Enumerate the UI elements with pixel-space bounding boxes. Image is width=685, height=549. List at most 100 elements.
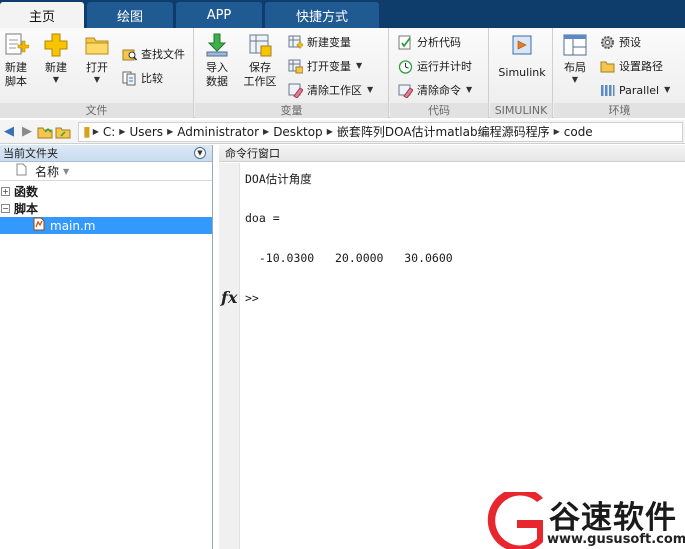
run-and-time-label: 运行并计时 [417, 60, 472, 73]
new-variable-icon [288, 35, 304, 50]
run-and-time-icon [398, 59, 413, 74]
save-workspace-label: 保存 工作区 [243, 61, 277, 88]
save-workspace-button[interactable]: 保存 工作区 [241, 32, 279, 89]
breadcrumb-separator: ▶ [263, 127, 270, 136]
code-group: 分析代码 运行并计时 清除命令 ▼ 代码 [390, 28, 489, 118]
set-path-button[interactable]: 设置路径 [600, 57, 663, 75]
analyze-code-button[interactable]: 分析代码 [398, 33, 461, 51]
current-folder-panel: 当前文件夹 ▼ 名称 ▼ + 函数 − 脚本 main.m [0, 145, 213, 549]
command-prompt[interactable]: >> [245, 291, 259, 305]
find-files-icon [122, 47, 138, 62]
open-button[interactable]: 打开 ▼ [83, 32, 111, 85]
save-workspace-icon [247, 32, 273, 58]
new-button[interactable]: 新建 ▼ [42, 32, 70, 85]
address-bar: ◀ ▶ ▮ ▶ C: ▶ Users ▶ Administrator ▶ Des… [0, 120, 685, 144]
parallel-icon [600, 83, 615, 98]
new-label: 新建 [45, 61, 67, 74]
parallel-button[interactable]: Parallel ▼ [600, 81, 670, 99]
chevron-down-icon: ▼ [52, 75, 60, 84]
breadcrumb-item[interactable]: Users [129, 125, 163, 139]
analyze-code-icon [398, 35, 413, 50]
new-variable-label: 新建变量 [307, 36, 351, 49]
file-group-label: 文件 [0, 103, 193, 118]
breadcrumb-item[interactable]: Desktop [273, 125, 323, 139]
clear-commands-button[interactable]: 清除命令 ▼ [398, 81, 472, 99]
import-data-button[interactable]: 导入 数据 [202, 32, 232, 89]
environment-group-label: 环境 [554, 103, 685, 118]
m-file-icon [33, 217, 46, 234]
simulink-icon [509, 32, 535, 58]
name-column-label: 名称 [35, 164, 60, 179]
function-browser-icon[interactable]: fx [221, 288, 237, 307]
back-arrow-icon[interactable]: ◀ [0, 123, 18, 141]
brand-logo-icon [487, 492, 543, 549]
compare-button[interactable]: 比较 [122, 69, 163, 87]
new-variable-button[interactable]: 新建变量 [288, 33, 351, 51]
new-script-icon [3, 32, 30, 58]
collapse-icon[interactable]: − [1, 204, 10, 213]
breadcrumb: ▮ ▶ C: ▶ Users ▶ Administrator ▶ Desktop… [78, 121, 683, 142]
layout-icon [562, 32, 588, 58]
chevron-down-icon: ▼ [466, 85, 473, 94]
new-script-label: 新建 脚本 [5, 61, 27, 88]
breadcrumb-separator: ▶ [553, 127, 560, 136]
chevron-down-icon: ▼ [664, 85, 671, 94]
parallel-label: Parallel [619, 83, 660, 97]
tree-item-functions[interactable]: + 函数 [0, 183, 212, 200]
analyze-code-label: 分析代码 [417, 36, 461, 49]
expand-icon[interactable]: + [1, 187, 10, 196]
clear-commands-label: 清除命令 [417, 84, 461, 97]
tree-item-label: 脚本 [14, 202, 39, 216]
open-folder-icon [84, 32, 110, 58]
new-script-button[interactable]: 新建 脚本 [2, 32, 30, 89]
up-folder-icon[interactable] [36, 123, 54, 141]
name-column-header[interactable]: 名称 ▼ [0, 162, 212, 181]
watermark: 谷速软件 www.gususoft.com [487, 492, 685, 549]
breadcrumb-item[interactable]: Administrator [177, 125, 259, 139]
find-files-button[interactable]: 查找文件 [122, 45, 185, 63]
tab-home[interactable]: 主页 [0, 2, 84, 28]
preferences-button[interactable]: 预设 [600, 33, 641, 51]
tab-plots[interactable]: 绘图 [87, 2, 173, 28]
ribbon: 新建 脚本 新建 ▼ 打开 ▼ 查找文件 比较 文件 导入 数据 保存 工作区 … [0, 28, 685, 118]
clear-workspace-icon [288, 83, 304, 99]
set-path-folder-icon [600, 59, 615, 74]
layout-button[interactable]: 布局 ▼ [560, 32, 590, 85]
breadcrumb-item[interactable]: C: [103, 125, 115, 139]
chevron-down-icon: ▼ [93, 75, 101, 84]
simulink-group-label: SIMULINK [490, 103, 552, 118]
panel-menu-icon[interactable]: ▼ [194, 147, 206, 159]
command-window-title: 命令行窗口 [219, 145, 685, 162]
forward-arrow-icon[interactable]: ▶ [18, 123, 36, 141]
tab-shortcuts[interactable]: 快捷方式 [265, 2, 379, 28]
open-variable-button[interactable]: 打开变量 ▼ [288, 57, 362, 75]
browse-folder-icon[interactable] [54, 123, 72, 141]
command-window[interactable]: 命令行窗口 DOA估计角度 doa = -10.0300 20.0000 30.… [219, 145, 685, 549]
breadcrumb-item[interactable]: 嵌套阵列DOA估计matlab编程源码程序 [337, 123, 550, 140]
breadcrumb-separator: ▶ [119, 127, 126, 136]
output-values: -10.0300 20.0000 30.0600 [245, 251, 453, 265]
breadcrumb-separator: ▶ [167, 127, 174, 136]
simulink-label: Simulink [498, 66, 546, 79]
chevron-down-icon: ▼ [356, 61, 363, 70]
tab-apps[interactable]: APP [176, 2, 262, 28]
breadcrumb-separator: ▶ [92, 127, 99, 136]
variable-group: 导入 数据 保存 工作区 新建变量 打开变量 ▼ 清除工作区 ▼ 变量 [195, 28, 389, 118]
tree-item-main-m[interactable]: main.m [0, 217, 212, 234]
chevron-down-icon: ▼ [367, 85, 374, 94]
open-label: 打开 [86, 61, 108, 74]
brand-url: www.gususoft.com [547, 532, 685, 547]
breadcrumb-item[interactable]: code [564, 125, 593, 139]
current-folder-title-text: 当前文件夹 [3, 147, 58, 160]
tree-item-scripts[interactable]: − 脚本 [0, 200, 212, 217]
run-and-time-button[interactable]: 运行并计时 [398, 57, 472, 75]
clear-workspace-button[interactable]: 清除工作区 ▼ [288, 81, 373, 99]
open-variable-label: 打开变量 [307, 60, 351, 73]
output-line: DOA估计角度 [245, 172, 312, 186]
breadcrumb-separator: ▶ [326, 127, 333, 136]
command-gutter [219, 163, 240, 549]
simulink-group: Simulink SIMULINK [490, 28, 553, 118]
simulink-button[interactable]: Simulink [496, 32, 548, 80]
compare-icon [122, 71, 137, 86]
import-data-icon [204, 32, 230, 58]
